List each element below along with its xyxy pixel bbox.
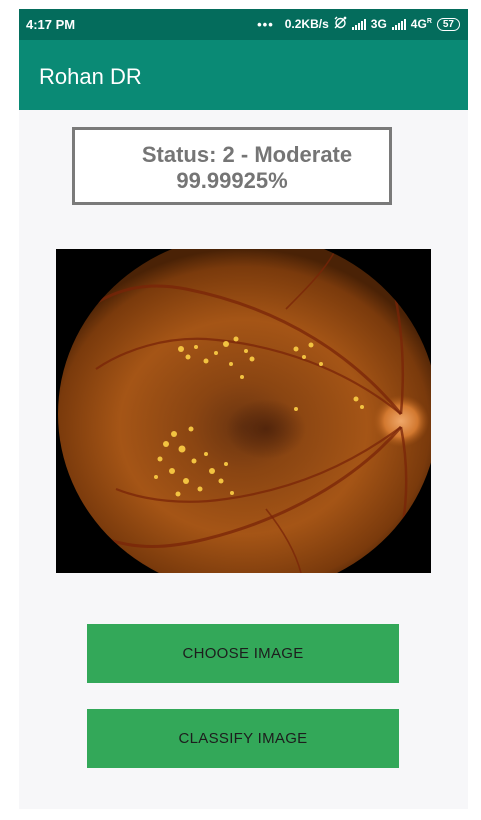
fundus-image <box>56 249 431 573</box>
network-type-1: 3G <box>370 17 387 31</box>
signal-strength-icon-2 <box>391 18 406 30</box>
battery-icon: 57 <box>436 17 460 31</box>
classification-status: Status: 2 - Moderate <box>141 142 353 167</box>
phone-screen: 4:17 PM ••• 0.2KB/s 3G 4GR 57 Rohan DR S… <box>19 9 468 809</box>
choose-image-button[interactable]: Choose Image <box>87 624 399 683</box>
signal-strength-icon <box>351 18 366 30</box>
network-type-2: 4GR <box>410 17 432 31</box>
status-bar: 4:17 PM ••• 0.2KB/s 3G 4GR 57 <box>19 9 468 40</box>
alarm-off-icon <box>334 16 347 32</box>
classification-confidence: 99.99925% <box>176 168 288 193</box>
app-title: Rohan DR <box>39 64 142 89</box>
result-box: Status: 2 - Moderate 99.99925% <box>72 127 392 205</box>
app-bar: Rohan DR <box>19 40 468 110</box>
status-time: 4:17 PM <box>26 17 76 32</box>
status-indicators: ••• 0.2KB/s 3G 4GR 57 <box>257 16 460 32</box>
classify-image-button[interactable]: Classify Image <box>87 709 399 768</box>
more-notifications-icon: ••• <box>257 16 274 32</box>
network-speed: 0.2KB/s <box>284 17 329 31</box>
